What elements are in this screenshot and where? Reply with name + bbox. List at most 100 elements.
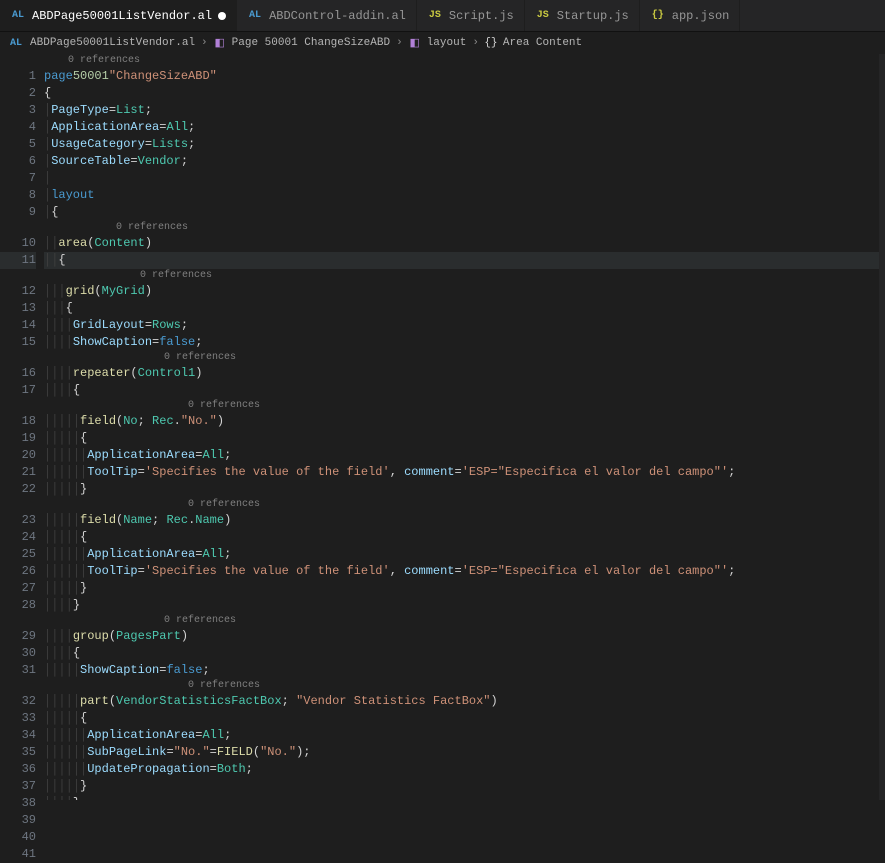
tab-file-1[interactable]: AL ABDPage50001ListVendor.al	[0, 0, 237, 31]
codelens[interactable]: 0 references	[44, 351, 879, 365]
breadcrumb-file[interactable]: ABDPage50001ListVendor.al	[30, 37, 195, 49]
code-area[interactable]: 0 referencespage 50001 "ChangeSizeABD"{│…	[44, 54, 879, 800]
code-line[interactable]: │ │ │ │ │ ShowCaption = false;	[44, 662, 879, 679]
tab-label: Startup.js	[557, 9, 629, 23]
line-number: 26	[0, 563, 36, 580]
codelens[interactable]: 0 references	[44, 221, 879, 235]
line-number: 22	[0, 481, 36, 498]
braces-icon: {}	[485, 37, 497, 49]
code-line[interactable]: │ │ │ │ {	[44, 645, 879, 662]
codelens[interactable]: 0 references	[44, 498, 879, 512]
tab-bar: AL ABDPage50001ListVendor.al AL ABDContr…	[0, 0, 885, 32]
line-number: 15	[0, 334, 36, 351]
chevron-right-icon: ›	[396, 37, 403, 49]
code-line[interactable]: │ │ area(Content)	[44, 235, 879, 252]
code-line[interactable]: │ │ │ │ │ │ ToolTip = 'Specifies the val…	[44, 563, 879, 580]
code-line[interactable]: │ │ │ │ │ │ ApplicationArea = All;	[44, 727, 879, 744]
code-line[interactable]: │ PageType = List;	[44, 102, 879, 119]
line-number: 29	[0, 628, 36, 645]
breadcrumb-part[interactable]: Page 50001 ChangeSizeABD	[232, 37, 390, 49]
al-icon: AL	[10, 9, 26, 22]
line-number: 18	[0, 413, 36, 430]
line-number: 1	[0, 68, 36, 85]
line-number: 6	[0, 153, 36, 170]
line-number: 11	[0, 252, 36, 269]
json-icon: {}	[650, 9, 666, 22]
line-number: 14	[0, 317, 36, 334]
code-line[interactable]: │ │ │ │ }	[44, 597, 879, 614]
code-line[interactable]: │ │ │ │ group(PagesPart)	[44, 628, 879, 645]
codelens[interactable]: 0 references	[44, 614, 879, 628]
line-number: 39	[0, 812, 36, 829]
code-line[interactable]: │ │ │ │ │ }	[44, 778, 879, 795]
al-icon: AL	[8, 37, 24, 50]
code-line[interactable]: │ │ │ │ │ field(Name; Rec.Name)	[44, 512, 879, 529]
tab-label: ABDPage50001ListVendor.al	[32, 9, 212, 23]
tab-label: ABDControl-addin.al	[269, 9, 406, 23]
tab-file-3[interactable]: JS Script.js	[417, 0, 525, 31]
line-number: 23	[0, 512, 36, 529]
code-line[interactable]: page 50001 "ChangeSizeABD"	[44, 68, 879, 85]
line-number: 36	[0, 761, 36, 778]
line-number: 3	[0, 102, 36, 119]
line-number: 33	[0, 710, 36, 727]
tab-file-5[interactable]: {} app.json	[640, 0, 741, 31]
code-line[interactable]: │ │ │ │ │ │ ToolTip = 'Specifies the val…	[44, 464, 879, 481]
line-number: 27	[0, 580, 36, 597]
codelens[interactable]: 0 references	[44, 269, 879, 283]
tab-label: app.json	[672, 9, 730, 23]
code-line[interactable]: │ │ │ │ │ │ ApplicationArea = All;	[44, 447, 879, 464]
breadcrumb-part[interactable]: layout	[427, 37, 467, 49]
tab-file-2[interactable]: AL ABDControl-addin.al	[237, 0, 417, 31]
code-line[interactable]: │ │ │ │ │ {	[44, 430, 879, 447]
codelens[interactable]: 0 references	[44, 679, 879, 693]
code-line[interactable]: │ │ │ │ │ │ UpdatePropagation = Both;	[44, 761, 879, 778]
line-number: 12	[0, 283, 36, 300]
code-line[interactable]: │ │ │ grid(MyGrid)	[44, 283, 879, 300]
code-line[interactable]: │ │ │ │ GridLayout = Rows;	[44, 317, 879, 334]
code-line[interactable]: │ │ │ │ │ {	[44, 529, 879, 546]
code-line[interactable]: │ │ │ │ │ part(VendorStatisticsFactBox; …	[44, 693, 879, 710]
code-line[interactable]: │ │ │ │ │ }	[44, 580, 879, 597]
code-line[interactable]: │ {	[44, 204, 879, 221]
code-line[interactable]: │ layout	[44, 187, 879, 204]
al-icon: AL	[247, 9, 263, 22]
code-line[interactable]: │ SourceTable = Vendor;	[44, 153, 879, 170]
line-number: 2	[0, 85, 36, 102]
code-line[interactable]: │ │ │ │ │ {	[44, 710, 879, 727]
code-line[interactable]: │ ApplicationArea = All;	[44, 119, 879, 136]
line-number: 8	[0, 187, 36, 204]
code-line[interactable]: │ │ │ │ │ │ SubPageLink = "No." = FIELD(…	[44, 744, 879, 761]
line-number: 34	[0, 727, 36, 744]
code-line[interactable]: │ UsageCategory = Lists;	[44, 136, 879, 153]
codelens[interactable]: 0 references	[44, 54, 879, 68]
code-line[interactable]: │ │ │ │ │ }	[44, 481, 879, 498]
symbol-icon: ◧	[214, 37, 226, 49]
code-line[interactable]: │ │ │ │ │ field(No; Rec."No.")	[44, 413, 879, 430]
line-number: 21	[0, 464, 36, 481]
code-line[interactable]: 💡│ │ {	[44, 252, 879, 269]
code-line[interactable]: │ │ │ │ ShowCaption = false;	[44, 334, 879, 351]
line-number: 32	[0, 693, 36, 710]
line-number: 7	[0, 170, 36, 187]
code-editor[interactable]: 1234567891011121314151617181920212223242…	[0, 54, 885, 800]
code-line[interactable]: │ │ │ │ }	[44, 795, 879, 800]
line-number: 41	[0, 846, 36, 863]
line-number: 30	[0, 645, 36, 662]
code-line[interactable]: │ │ │ {	[44, 300, 879, 317]
tab-file-4[interactable]: JS Startup.js	[525, 0, 640, 31]
code-line[interactable]: │ │ │ │ │ │ ApplicationArea = All;	[44, 546, 879, 563]
code-line[interactable]: │	[44, 170, 879, 187]
codelens[interactable]: 0 references	[44, 399, 879, 413]
code-line[interactable]: │ │ │ │ repeater(Control1)	[44, 365, 879, 382]
line-number-gutter: 1234567891011121314151617181920212223242…	[0, 54, 44, 800]
js-icon: JS	[535, 9, 551, 22]
breadcrumb: AL ABDPage50001ListVendor.al › ◧ Page 50…	[0, 32, 885, 54]
minimap[interactable]	[879, 54, 885, 800]
breadcrumb-part[interactable]: Area Content	[503, 37, 582, 49]
symbol-icon: ◧	[409, 37, 421, 49]
code-line[interactable]: {	[44, 85, 879, 102]
line-number: 17	[0, 382, 36, 399]
line-number: 37	[0, 778, 36, 795]
code-line[interactable]: │ │ │ │ {	[44, 382, 879, 399]
